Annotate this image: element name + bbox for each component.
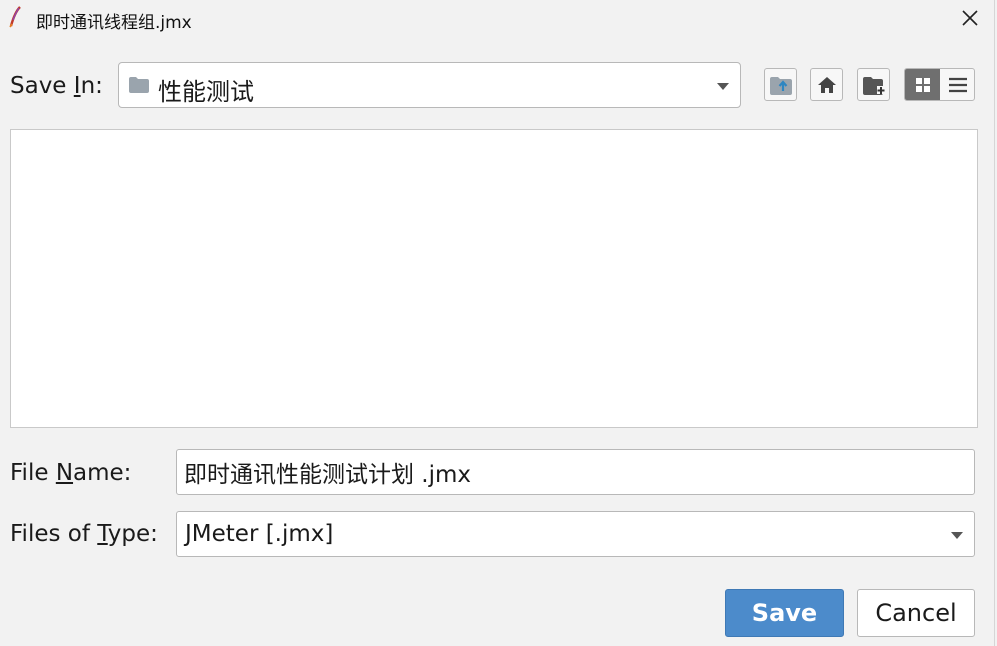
save-in-dropdown[interactable]: 性能测试: [118, 62, 741, 108]
file-name-input[interactable]: [177, 450, 974, 494]
title-bar: 即时通讯线程组.jmx: [0, 0, 997, 38]
file-type-value: JMeter [.jmx]: [185, 521, 334, 547]
chevron-down-icon: [951, 532, 963, 539]
feather-icon: [9, 6, 21, 28]
folder-icon: [129, 77, 149, 93]
close-icon: [962, 10, 978, 26]
details-view-button[interactable]: [940, 69, 974, 100]
home-icon: [817, 76, 836, 93]
file-type-label: Files of Type:: [10, 521, 158, 547]
view-toggle: [904, 68, 975, 101]
window-title: 即时通讯线程组.jmx: [36, 13, 192, 33]
file-list[interactable]: [10, 129, 978, 428]
cancel-button[interactable]: Cancel: [857, 589, 975, 637]
window-edge: [994, 0, 995, 646]
save-in-label: Save In:: [10, 73, 103, 99]
save-in-value: 性能测试: [158, 78, 254, 106]
grid-view-icon: [915, 77, 930, 92]
up-folder-button[interactable]: [764, 68, 797, 101]
file-type-dropdown[interactable]: JMeter [.jmx]: [176, 511, 975, 557]
home-button[interactable]: [810, 68, 843, 101]
close-button[interactable]: [955, 4, 985, 32]
new-folder-button[interactable]: [857, 68, 890, 101]
up-folder-icon: [769, 76, 792, 95]
grid-view-button[interactable]: [905, 69, 940, 100]
file-name-label: File Name:: [10, 460, 132, 486]
details-view-icon: [948, 77, 967, 92]
file-name-field[interactable]: [176, 449, 975, 495]
save-button[interactable]: Save: [725, 589, 844, 637]
new-folder-icon: [862, 76, 885, 95]
chevron-down-icon: [717, 83, 729, 90]
